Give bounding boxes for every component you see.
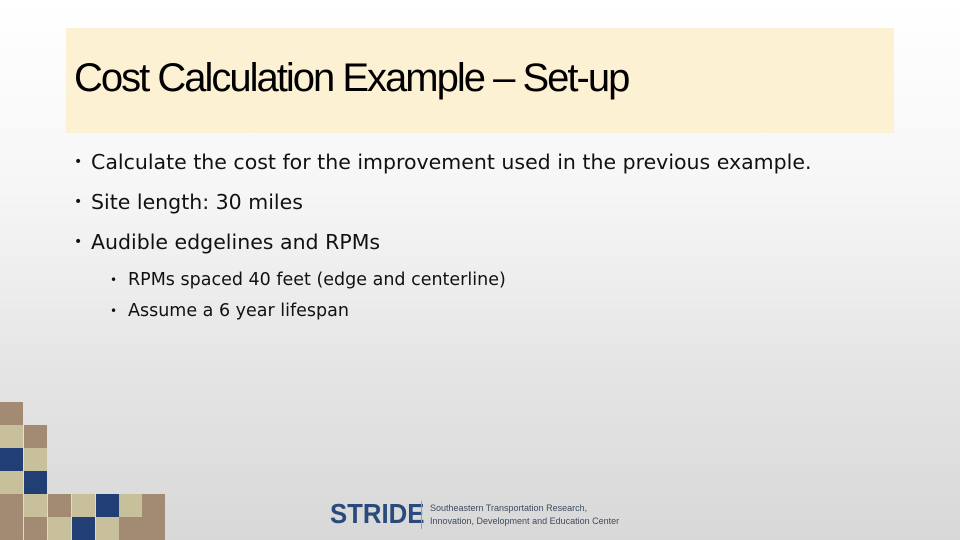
slide-title: Cost Calculation Example – Set-up (74, 56, 630, 100)
bullet-icon: • (110, 304, 118, 318)
mosaic-tile (48, 517, 71, 540)
bullet-text: Calculate the cost for the improvement u… (91, 150, 812, 174)
mosaic-tile (119, 517, 142, 540)
bullet-item: • Audible edgelines and RPMs (72, 226, 812, 266)
mosaic-tile (0, 517, 23, 540)
logo-divider (421, 501, 422, 529)
mosaic-tile (24, 471, 47, 494)
mosaic-tile (0, 402, 23, 425)
bullet-icon: • (110, 273, 118, 287)
logo-wordmark: STRIDE (330, 498, 425, 529)
bullet-icon: • (74, 154, 83, 170)
mosaic-tile (0, 471, 23, 494)
bullet-text: Site length: 30 miles (91, 190, 303, 214)
mosaic-tile (72, 517, 95, 540)
mosaic-tile (142, 494, 165, 517)
mosaic-tile (119, 494, 142, 517)
title-band: Cost Calculation Example – Set-up (66, 28, 894, 133)
mosaic-tile (0, 494, 23, 517)
logo-subtitle-line1: Southeastern Transportation Research, (430, 503, 588, 513)
mosaic-tile (72, 494, 95, 517)
bullet-text: Audible edgelines and RPMs (91, 230, 381, 254)
logo-subtitle-line2: Innovation, Development and Education Ce… (430, 516, 620, 526)
mosaic-tile (24, 448, 47, 471)
mosaic-tile (0, 448, 23, 471)
sub-bullet-item: • Assume a 6 year lifespan (72, 297, 812, 328)
bullet-text: RPMs spaced 40 feet (edge and centerline… (128, 270, 506, 290)
bullet-icon: • (74, 234, 83, 250)
mosaic-tile (24, 494, 47, 517)
mosaic-tile (24, 425, 47, 448)
bullet-text: Assume a 6 year lifespan (128, 301, 349, 321)
mosaic-tile (0, 425, 23, 448)
bullet-list: • Calculate the cost for the improvement … (72, 146, 812, 328)
bullet-icon: • (74, 194, 83, 210)
mosaic-tile (96, 517, 119, 540)
mosaic-tile (48, 494, 71, 517)
mosaic-tile (96, 494, 119, 517)
bullet-item: • Calculate the cost for the improvement … (72, 146, 812, 186)
bullet-item: • Site length: 30 miles (72, 186, 812, 226)
logo-subtitle: Southeastern Transportation Research, In… (430, 502, 619, 528)
sub-bullet-item: • RPMs spaced 40 feet (edge and centerlin… (72, 266, 812, 297)
mosaic-tile (24, 517, 47, 540)
mosaic-tile (142, 517, 165, 540)
